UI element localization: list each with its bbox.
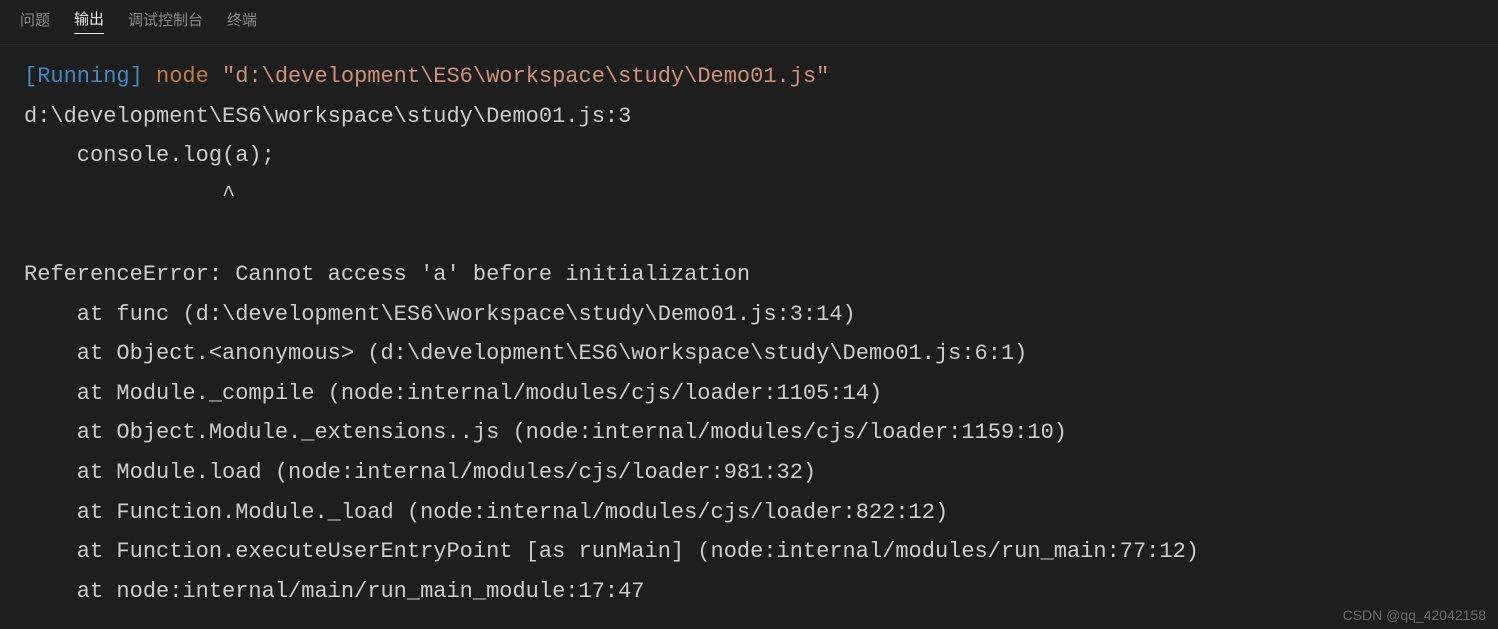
output-pane[interactable]: [Running] node "d:\development\ES6\works… [0, 45, 1498, 623]
error-location: d:\development\ES6\workspace\study\Demo0… [24, 104, 631, 129]
tab-terminal[interactable]: 终端 [227, 9, 257, 34]
terminal-panel: 问题 输出 调试控制台 终端 [Running] node "d:\develo… [0, 0, 1498, 629]
stack-line: at node:internal/main/run_main_module:17… [24, 579, 645, 604]
stack-line: at Object.Module._extensions..js (node:i… [24, 420, 1067, 445]
panel-tab-bar: 问题 输出 调试控制台 终端 [0, 0, 1498, 45]
tab-output[interactable]: 输出 [74, 8, 104, 34]
stack-line: at Function.executeUserEntryPoint [as ru… [24, 539, 1199, 564]
running-tag: [Running] [24, 64, 143, 89]
stack-line: at Object.<anonymous> (d:\development\ES… [24, 341, 1027, 366]
command-name: node [156, 64, 209, 89]
tab-debug-console[interactable]: 调试控制台 [128, 9, 203, 34]
stack-line: at Module._compile (node:internal/module… [24, 381, 882, 406]
error-code-line: console.log(a); [24, 143, 275, 168]
stack-line: at func (d:\development\ES6\workspace\st… [24, 302, 856, 327]
tab-problems[interactable]: 问题 [20, 9, 50, 34]
watermark: CSDN @qq_42042158 [1343, 607, 1486, 623]
stack-line: at Module.load (node:internal/modules/cj… [24, 460, 816, 485]
stack-line: at Function.Module._load (node:internal/… [24, 500, 948, 525]
command-arg: "d:\development\ES6\workspace\study\Demo… [222, 64, 829, 89]
error-message: ReferenceError: Cannot access 'a' before… [24, 262, 750, 287]
error-caret: ^ [24, 183, 235, 208]
